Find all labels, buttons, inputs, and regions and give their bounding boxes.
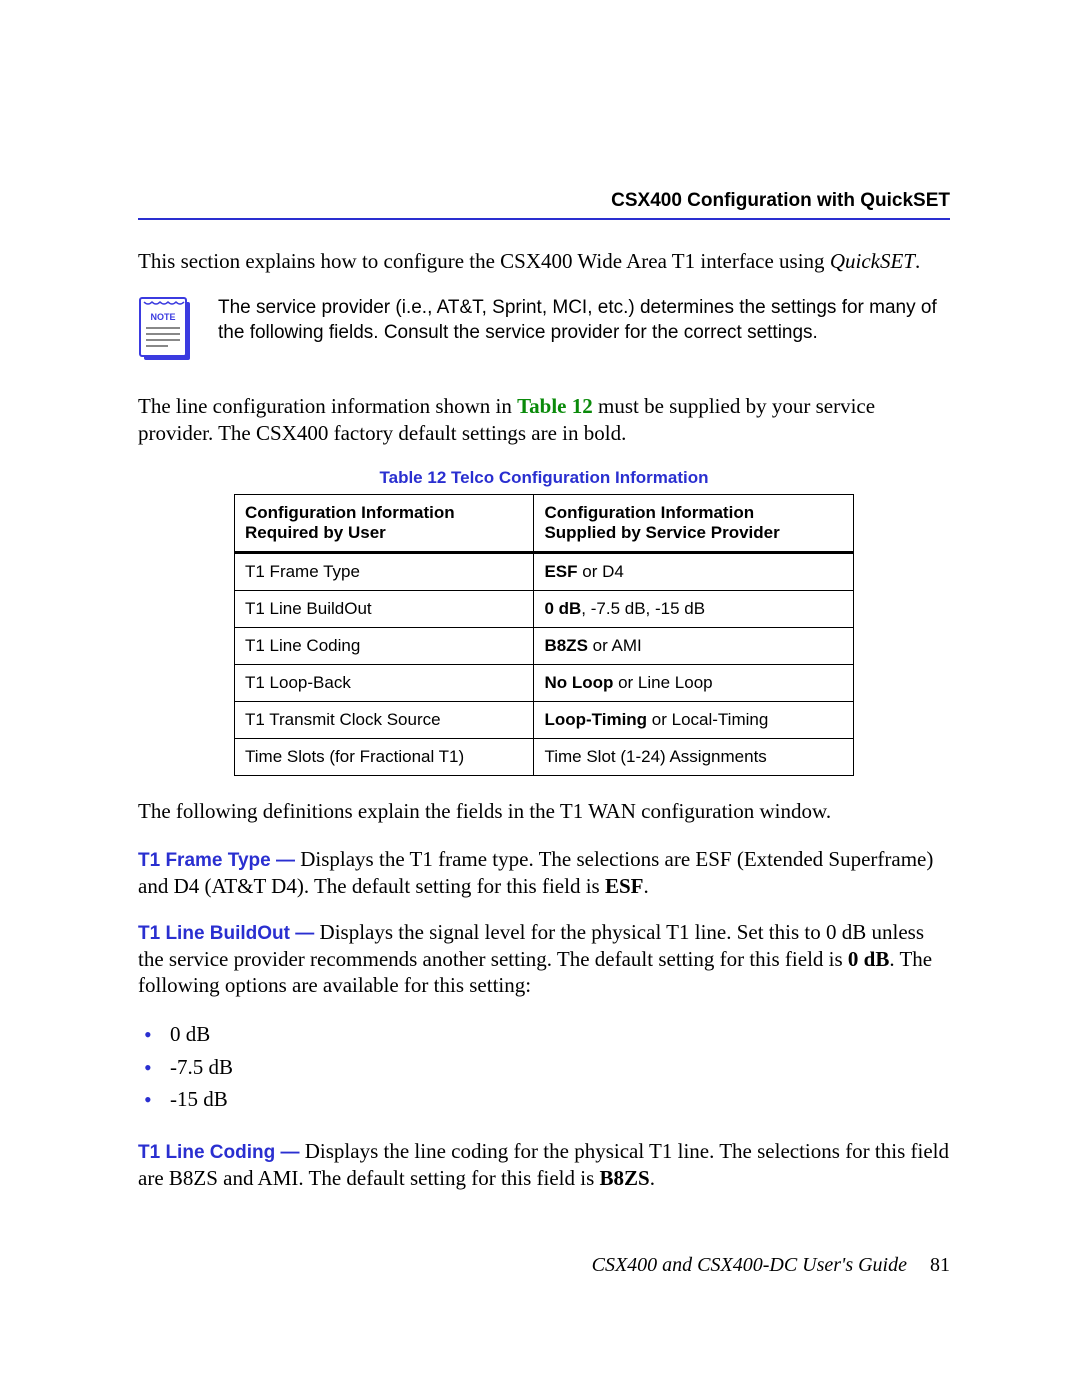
line-config-pre: The line configuration information shown… bbox=[138, 394, 517, 418]
table-header-left: Configuration Information Required by Us… bbox=[235, 494, 534, 552]
intro-paragraph: This section explains how to configure t… bbox=[138, 248, 950, 274]
cell-rest: , -7.5 dB, -15 dB bbox=[581, 599, 705, 618]
cell-left: Time Slots (for Fractional T1) bbox=[235, 738, 534, 775]
def-frame-type: T1 Frame Type — Displays the T1 frame ty… bbox=[138, 846, 950, 899]
def-term: T1 Line Coding — bbox=[138, 1142, 300, 1163]
def-bold: ESF bbox=[605, 874, 644, 898]
header-title: CSX400 Configuration with QuickSET bbox=[611, 190, 950, 211]
note-text: The service provider (i.e., AT&T, Sprint… bbox=[218, 296, 950, 345]
table-row: Time Slots (for Fractional T1) Time Slot… bbox=[235, 738, 854, 775]
cell-left: T1 Line Coding bbox=[235, 627, 534, 664]
cell-bold: Loop-Timing bbox=[544, 710, 647, 729]
cell-left: T1 Frame Type bbox=[235, 552, 534, 590]
intro-suffix: . bbox=[915, 249, 920, 273]
cell-right: B8ZS or AMI bbox=[534, 627, 854, 664]
table-caption: Table 12 Telco Configuration Information bbox=[138, 468, 950, 488]
note-block: NOTE The service provider (i.e., AT&T, S… bbox=[138, 296, 950, 367]
def-term: T1 Frame Type — bbox=[138, 850, 295, 871]
table-row: T1 Transmit Clock Source Loop-Timing or … bbox=[235, 701, 854, 738]
def-term: T1 Line BuildOut — bbox=[138, 923, 314, 944]
th-left-line2: Required by User bbox=[245, 523, 386, 542]
table-row: T1 Line BuildOut 0 dB, -7.5 dB, -15 dB bbox=[235, 590, 854, 627]
buildout-options-list: 0 dB -7.5 dB -15 dB bbox=[138, 1018, 950, 1116]
cell-rest: or Line Loop bbox=[613, 673, 712, 692]
th-right-line1: Configuration Information bbox=[544, 503, 754, 522]
th-right-line2: Supplied by Service Provider bbox=[544, 523, 779, 542]
list-item: -15 dB bbox=[144, 1083, 950, 1116]
def-bold: 0 dB bbox=[848, 947, 889, 971]
list-item: -7.5 dB bbox=[144, 1051, 950, 1084]
table-row: T1 Line Coding B8ZS or AMI bbox=[235, 627, 854, 664]
footer-title: CSX400 and CSX400-DC User's Guide bbox=[592, 1254, 907, 1276]
note-label-text: NOTE bbox=[150, 312, 175, 322]
table-row: T1 Frame Type ESF or D4 bbox=[235, 552, 854, 590]
table-header-row: Configuration Information Required by Us… bbox=[235, 494, 854, 552]
page-header: CSX400 Configuration with QuickSET bbox=[138, 190, 950, 220]
page-number: 81 bbox=[930, 1254, 950, 1276]
page: CSX400 Configuration with QuickSET This … bbox=[0, 0, 1080, 1397]
def-line-coding: T1 Line Coding — Displays the line codin… bbox=[138, 1138, 950, 1191]
cell-rest: or Local-Timing bbox=[647, 710, 768, 729]
line-config-paragraph: The line configuration information shown… bbox=[138, 393, 950, 446]
cell-left: T1 Loop-Back bbox=[235, 664, 534, 701]
cell-bold: ESF bbox=[544, 562, 577, 581]
cell-left: T1 Transmit Clock Source bbox=[235, 701, 534, 738]
cell-bold: 0 dB bbox=[544, 599, 581, 618]
def-line-buildout: T1 Line BuildOut — Displays the signal l… bbox=[138, 919, 950, 998]
def-post: . bbox=[650, 1166, 655, 1190]
cell-rest: Time Slot (1-24) Assignments bbox=[544, 747, 766, 766]
intro-product-name: QuickSET bbox=[830, 249, 915, 273]
cell-right: No Loop or Line Loop bbox=[534, 664, 854, 701]
def-bold: B8ZS bbox=[600, 1166, 650, 1190]
cell-right: Loop-Timing or Local-Timing bbox=[534, 701, 854, 738]
th-left-line1: Configuration Information bbox=[245, 503, 455, 522]
cell-right: ESF or D4 bbox=[534, 552, 854, 590]
cell-left: T1 Line BuildOut bbox=[235, 590, 534, 627]
list-item: 0 dB bbox=[144, 1018, 950, 1051]
cell-rest: or AMI bbox=[588, 636, 642, 655]
defs-intro: The following definitions explain the fi… bbox=[138, 798, 950, 824]
telco-config-table: Configuration Information Required by Us… bbox=[234, 494, 854, 776]
cell-right: Time Slot (1-24) Assignments bbox=[534, 738, 854, 775]
cell-bold: B8ZS bbox=[544, 636, 587, 655]
cell-right: 0 dB, -7.5 dB, -15 dB bbox=[534, 590, 854, 627]
cell-bold: No Loop bbox=[544, 673, 613, 692]
table-reference-link[interactable]: Table 12 bbox=[517, 394, 593, 418]
def-post: . bbox=[644, 874, 649, 898]
note-icon: NOTE bbox=[138, 296, 192, 367]
table-row: T1 Loop-Back No Loop or Line Loop bbox=[235, 664, 854, 701]
intro-prefix: This section explains how to configure t… bbox=[138, 249, 830, 273]
table-header-right: Configuration Information Supplied by Se… bbox=[534, 494, 854, 552]
cell-rest: or D4 bbox=[578, 562, 624, 581]
page-footer: CSX400 and CSX400-DC User's Guide 81 bbox=[592, 1254, 950, 1277]
